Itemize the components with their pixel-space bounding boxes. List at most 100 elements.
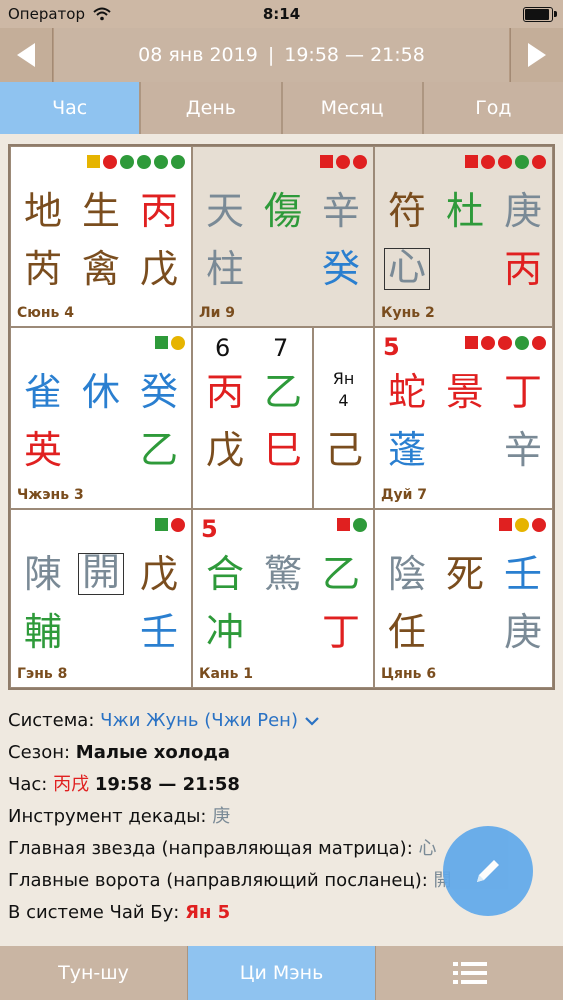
palace-markers	[155, 336, 185, 350]
palace-markers	[499, 518, 546, 532]
chaibu-value: Ян 5	[185, 902, 231, 923]
chaibu-label: В системе Чай Бу:	[8, 902, 180, 923]
palace-label: Сюнь 4	[17, 305, 75, 321]
green-square-marker	[155, 518, 168, 531]
date-text: 08 янв 2019	[138, 44, 258, 66]
decade-row: Инструмент декады: 庚	[8, 801, 528, 833]
palace-markers	[87, 155, 185, 169]
star-label: Главная звезда (направляющая матрица):	[8, 838, 413, 859]
hour-label: Час:	[8, 774, 48, 795]
hanzi: 景	[445, 370, 484, 414]
chaibu-row: В системе Чай Бу: Ян 5	[8, 897, 528, 929]
season-value: Малые холода	[75, 742, 231, 763]
green-square-marker	[155, 336, 168, 349]
hanzi: 丙	[503, 247, 542, 291]
palace-dui[interactable]: 5 蛇 景 丁 蓬 辛 Дуй 7	[374, 327, 553, 509]
palace-label: Кань 1	[199, 666, 254, 682]
red-dot-marker	[103, 155, 117, 169]
palace-center[interactable]: 6 7 丙 乙 戊 巳	[192, 327, 313, 509]
hanzi: 戊	[139, 552, 178, 596]
palace-zhen[interactable]: 雀 休 癸 英 乙 Чжэнь 3	[10, 327, 192, 509]
hanzi-boxed: 開	[78, 553, 124, 595]
prev-button[interactable]	[0, 28, 53, 82]
date-separator: |	[267, 44, 275, 66]
red-dot-marker	[498, 336, 512, 350]
arrow-right-icon	[528, 43, 546, 67]
red-square-marker	[337, 518, 350, 531]
period-tabs: Час День Месяц Год	[0, 82, 563, 134]
chevron-down-icon[interactable]	[304, 715, 320, 727]
hanzi: 戊	[205, 428, 244, 472]
hanzi: 戊	[139, 247, 178, 291]
hanzi: 陳	[23, 552, 62, 596]
palace-number: 5	[383, 333, 400, 361]
date-range[interactable]: 08 янв 2019 | 19:58 — 21:58	[54, 28, 509, 82]
palace-kan[interactable]: 5 合 驚 乙 冲 丁 Кань 1	[192, 509, 374, 688]
red-square-marker	[320, 155, 333, 168]
tab-tun-shu[interactable]: Тун-шу	[0, 946, 188, 1000]
hanzi: 死	[445, 552, 484, 596]
hanzi: 生	[81, 189, 120, 233]
hour-row: Час: 丙戌 19:58 — 21:58	[8, 769, 528, 801]
hanzi: 庚	[503, 610, 542, 654]
palace-qian[interactable]: 陰 死 壬 任 庚 Цянь 6	[374, 509, 553, 688]
hanzi: 辛	[321, 189, 360, 233]
palace-center-side[interactable]: Ян 4 己	[313, 327, 374, 509]
red-dot-marker	[532, 336, 546, 350]
system-value[interactable]: Чжи Жунь (Чжи Рен)	[100, 710, 298, 731]
menu-button[interactable]	[376, 946, 563, 1000]
hanzi: 雀	[23, 370, 62, 414]
center-yang-label: Ян 4	[314, 368, 373, 412]
palace-kun[interactable]: 符 杜 庚 心 丙 Кунь 2	[374, 146, 553, 327]
hanzi: 癸	[139, 370, 178, 414]
star-value: 心	[418, 838, 437, 859]
palace-label: Дуй 7	[381, 487, 428, 503]
palace-gen[interactable]: 陳 開 戊 輔 壬 Гэнь 8	[10, 509, 192, 688]
hanzi: 驚	[263, 552, 302, 596]
hanzi: 乙	[321, 552, 360, 596]
next-button[interactable]	[510, 28, 563, 82]
hanzi: 地	[23, 189, 62, 233]
yellow-dot-marker	[515, 518, 529, 532]
palace-markers	[337, 518, 367, 532]
yang-text: Ян	[332, 369, 355, 388]
hanzi: 英	[23, 428, 62, 472]
hanzi: 輔	[23, 610, 62, 654]
green-dot-marker	[515, 155, 529, 169]
green-dot-marker	[154, 155, 168, 169]
hanzi: 巳	[263, 428, 302, 472]
hanzi: 禽	[81, 247, 120, 291]
time-range-text: 19:58 — 21:58	[284, 44, 425, 66]
decade-value: 庚	[212, 806, 231, 827]
bottom-tab-bar: Тун-шу Ци Мэнь	[0, 946, 563, 1000]
system-row[interactable]: Система: Чжи Жунь (Чжи Рен)	[8, 705, 528, 737]
edit-button[interactable]	[443, 826, 533, 916]
tab-hour[interactable]: Час	[0, 82, 142, 134]
season-label: Сезон:	[8, 742, 71, 763]
tab-qi-men[interactable]: Ци Мэнь	[188, 946, 376, 1000]
palace-label: Кунь 2	[381, 305, 435, 321]
hanzi: 合	[205, 552, 244, 596]
red-square-marker	[499, 518, 512, 531]
red-square-marker	[465, 336, 478, 349]
tab-year[interactable]: Год	[423, 82, 563, 134]
green-dot-marker	[353, 518, 367, 532]
red-dot-marker	[171, 518, 185, 532]
system-label: Система:	[8, 710, 95, 731]
hanzi: 壬	[139, 610, 178, 654]
hanzi: 癸	[321, 247, 360, 291]
hanzi: 壬	[503, 552, 542, 596]
hanzi: 杜	[445, 189, 484, 233]
hanzi: 丙	[139, 189, 178, 233]
tab-month[interactable]: Месяц	[282, 82, 424, 134]
palace-markers	[465, 336, 546, 350]
tab-day[interactable]: День	[141, 82, 283, 134]
palace-li[interactable]: 天 傷 辛 柱 癸 Ли 9	[192, 146, 374, 327]
hanzi: 蛇	[387, 370, 426, 414]
qimen-grid: 地 生 丙 芮 禽 戊 Сюнь 4 天 傷 辛 柱 癸 Ли 9 符 杜 庚 …	[8, 144, 555, 690]
palace-xun[interactable]: 地 生 丙 芮 禽 戊 Сюнь 4	[10, 146, 192, 327]
battery-icon	[523, 7, 557, 22]
green-dot-marker	[120, 155, 134, 169]
yellow-dot-marker	[171, 336, 185, 350]
hanzi: 辛	[503, 428, 542, 472]
